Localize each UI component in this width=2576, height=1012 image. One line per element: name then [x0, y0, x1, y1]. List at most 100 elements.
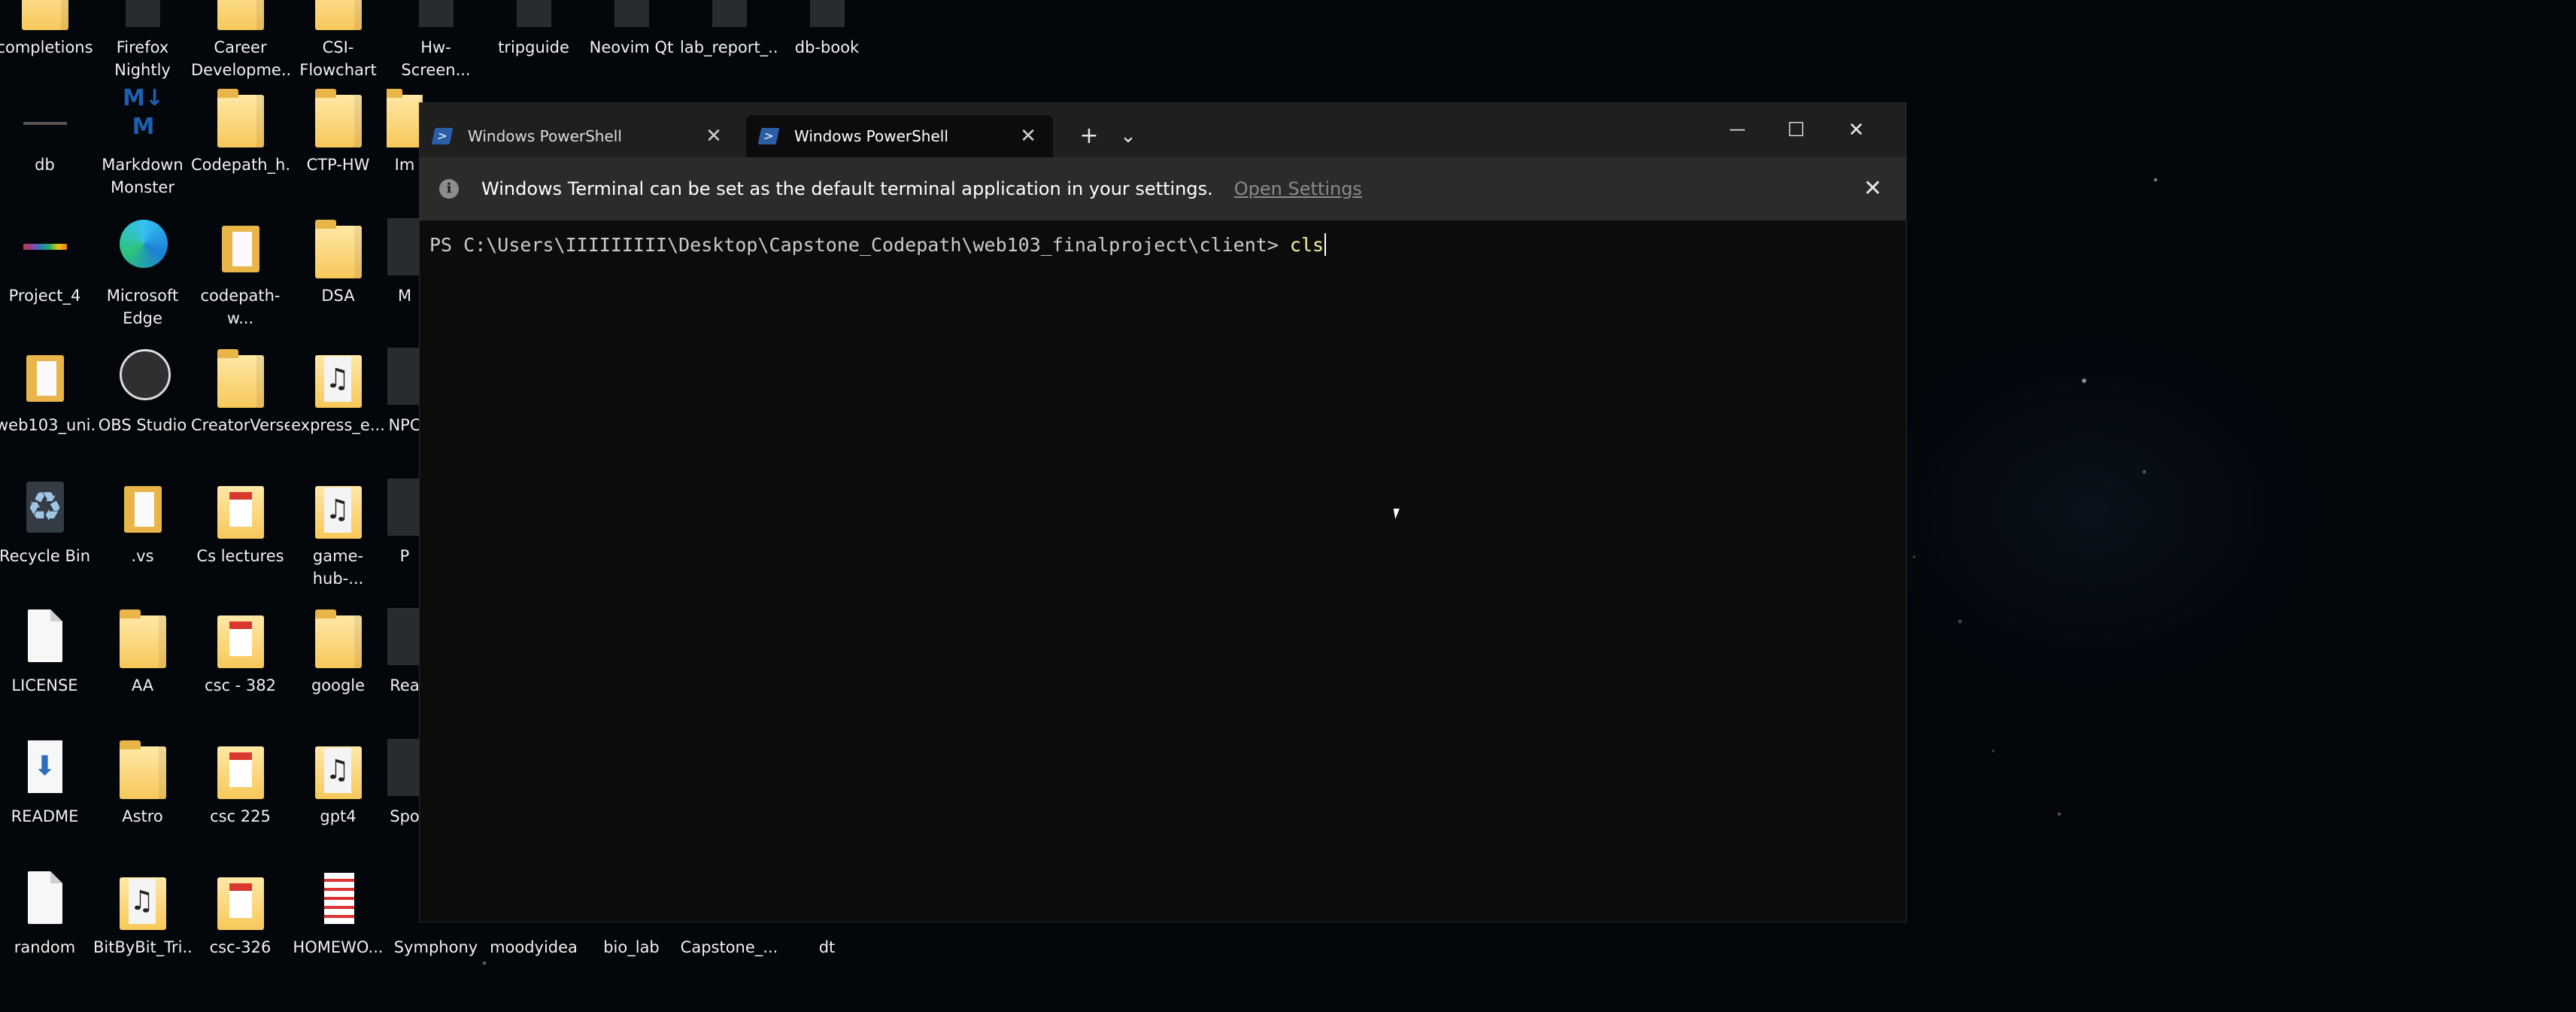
close-window-button[interactable]: ✕	[1826, 103, 1886, 157]
file-icon	[705, 0, 754, 30]
text-cursor	[1324, 233, 1327, 256]
title-bar[interactable]: > Windows PowerShell ✕ > Windows PowerSh…	[420, 103, 1906, 157]
desktop-icon-readme[interactable]: README	[0, 736, 94, 828]
desktop-icon-obs-studio[interactable]: OBS Studio	[93, 345, 192, 436]
tab-title: Windows PowerShell	[468, 127, 622, 145]
firefox-icon	[118, 0, 168, 30]
desktop-icon-partial-m[interactable]: M	[387, 215, 423, 307]
edge-icon	[118, 215, 168, 278]
desktop-icon-partial-npc[interactable]: NPC	[387, 345, 423, 436]
desktop-icon-dsa[interactable]: DSA	[289, 215, 387, 307]
powershell-icon: >	[431, 128, 454, 144]
maximize-button[interactable]: ☐	[1766, 103, 1826, 157]
desktop-icon-partial-spo[interactable]: Spo	[387, 736, 423, 828]
file-icon	[387, 736, 423, 799]
neovim-icon	[607, 0, 657, 30]
desktop-icon-gpt4[interactable]: gpt4	[289, 736, 387, 828]
desktop-icon-partial-p[interactable]: P	[387, 476, 423, 567]
folder-icon	[314, 345, 363, 408]
prompt-text: PS C:\Users\IIIIIIIII\Desktop\Capstone_C…	[429, 234, 1290, 256]
desktop-icon-partial-im[interactable]: Im	[387, 84, 423, 176]
file-icon	[387, 605, 423, 668]
download-file-icon	[20, 736, 70, 799]
desktop-icon-codepath-w[interactable]: codepath-w...	[191, 215, 290, 330]
desktop-icon-csi-flowchart[interactable]: CSI-Flowchart	[289, 0, 387, 81]
folder-icon	[118, 476, 168, 539]
desktop-icon-db-book[interactable]: db-book	[778, 0, 876, 59]
db-icon	[20, 84, 70, 147]
desktop-icon-codepath-h[interactable]: Codepath_h...	[191, 84, 290, 176]
desktop-icon-creatorverse[interactable]: CreatorVerse	[191, 345, 290, 436]
desktop-icon-project-4[interactable]: Project_4	[0, 215, 94, 307]
desktop-icon-ctp-hw[interactable]: CTP-HW	[289, 84, 387, 176]
desktop-icon-google[interactable]: google	[289, 605, 387, 697]
pdf-icon	[803, 0, 852, 30]
desktop-icon-csc-326[interactable]: csc-326	[191, 867, 290, 959]
new-tab-button[interactable]: +	[1073, 120, 1106, 153]
desktop-icon-tripguide[interactable]: tripguide	[484, 0, 583, 59]
document-icon	[314, 867, 363, 930]
desktop-icon-lab-report[interactable]: lab_report_...	[680, 0, 778, 59]
desktop-icon-neovim-qt[interactable]: Neovim Qt	[582, 0, 681, 59]
tab-powershell-1[interactable]: > Windows PowerShell ✕	[420, 115, 739, 157]
folder-icon	[118, 736, 168, 799]
tab-title: Windows PowerShell	[794, 127, 948, 145]
desktop-icon-game-hub[interactable]: game-hub-...	[289, 476, 387, 590]
folder-icon	[314, 736, 363, 799]
tab-powershell-2[interactable]: > Windows PowerShell ✕	[746, 115, 1053, 157]
folder-icon	[314, 215, 363, 278]
desktop-icon-homework[interactable]: HOMEWO...	[289, 867, 387, 959]
infobar-close-icon[interactable]: ✕	[1856, 172, 1889, 205]
command-text: cls	[1289, 234, 1324, 256]
folder-icon	[20, 345, 70, 408]
file-icon	[387, 345, 423, 408]
desktop-icon-csc-225[interactable]: csc 225	[191, 736, 290, 828]
shortcut-icon	[509, 0, 559, 30]
file-icon	[387, 476, 423, 539]
tab-close-icon[interactable]: ✕	[702, 125, 725, 147]
file-icon	[20, 867, 70, 930]
folder-icon	[216, 736, 265, 799]
file-icon	[411, 0, 461, 30]
desktop-icon-firefox-nightly[interactable]: Firefox Nightly	[93, 0, 192, 81]
desktop-icon-db[interactable]: db	[0, 84, 94, 176]
desktop-icon-license[interactable]: LICENSE	[0, 605, 94, 697]
folder-icon	[314, 605, 363, 668]
terminal-window[interactable]: > Windows PowerShell ✕ > Windows PowerSh…	[419, 102, 1907, 922]
folder-icon	[216, 605, 265, 668]
desktop-icon-recycle-bin[interactable]: Recycle Bin	[0, 476, 94, 567]
powershell-icon: >	[757, 128, 780, 144]
recycle-bin-icon	[20, 476, 70, 539]
file-icon	[387, 215, 423, 278]
folder-icon	[314, 476, 363, 539]
tab-close-icon[interactable]: ✕	[1017, 125, 1039, 147]
desktop-icon-career[interactable]: Career Developme...	[191, 0, 290, 81]
folder-icon	[118, 867, 168, 930]
desktop-icon-express-e[interactable]: express_e...	[289, 345, 387, 436]
open-settings-link[interactable]: Open Settings	[1234, 178, 1362, 199]
desktop-icon-markdown-monster[interactable]: Markdown Monster	[93, 84, 192, 199]
folder-icon	[216, 215, 265, 278]
desktop-icon-vs[interactable]: .vs	[93, 476, 192, 567]
folder-icon	[314, 84, 363, 147]
desktop-icon-aa[interactable]: AA	[93, 605, 192, 697]
markdown-monster-icon	[118, 84, 168, 147]
desktop-icon-csc-382[interactable]: csc - 382	[191, 605, 290, 697]
desktop-icon-astro[interactable]: Astro	[93, 736, 192, 828]
desktop-icon-web103[interactable]: web103_uni...	[0, 345, 94, 436]
desktop-icon-hw-screen[interactable]: Hw-Screen...	[387, 0, 485, 81]
desktop-icon-microsoft-edge[interactable]: Microsoft Edge	[93, 215, 192, 330]
desktop-icon-bitbybit[interactable]: BitByBit_Tri...	[93, 867, 192, 959]
terminal-console[interactable]: PS C:\Users\IIIIIIIII\Desktop\Capstone_C…	[429, 232, 1896, 914]
desktop-icon-random[interactable]: random	[0, 867, 94, 959]
desktop-icon-partial-rea[interactable]: Rea	[387, 605, 423, 697]
folder-icon	[216, 84, 265, 147]
minimize-button[interactable]: —	[1707, 103, 1767, 157]
folder-icon	[118, 605, 168, 668]
tab-dropdown-button[interactable]: ⌄	[1112, 120, 1145, 153]
desktop-icon-completions[interactable]: completions	[0, 0, 94, 59]
folder-icon	[314, 0, 363, 30]
default-terminal-infobar: i Windows Terminal can be set as the def…	[420, 157, 1906, 220]
file-icon	[20, 605, 70, 668]
desktop-icon-cs-lectures[interactable]: Cs lectures	[191, 476, 290, 567]
